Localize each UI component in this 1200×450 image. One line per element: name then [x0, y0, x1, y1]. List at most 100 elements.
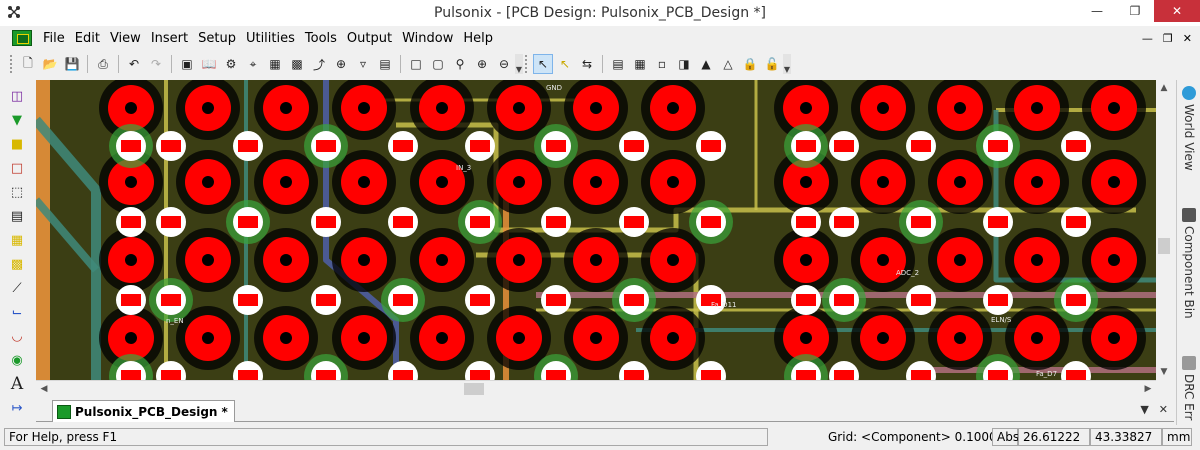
- add-arc-icon[interactable]: ◡: [7, 326, 27, 346]
- add-copper-icon[interactable]: ▦: [7, 230, 27, 250]
- doc-restore-button[interactable]: ❐: [1163, 32, 1173, 45]
- minimize-button[interactable]: —: [1078, 0, 1116, 22]
- filter-icon[interactable]: ▿: [353, 54, 373, 74]
- scroll-down-arrow[interactable]: ▼: [1156, 364, 1172, 380]
- hatch-icon[interactable]: ▩: [287, 54, 307, 74]
- select-icon[interactable]: ↖: [533, 54, 553, 74]
- swap-icon[interactable]: ⇆: [577, 54, 597, 74]
- smd-pad: [316, 370, 336, 380]
- route-icon[interactable]: ⤴: [309, 54, 329, 74]
- add-line-icon[interactable]: ⟋: [7, 278, 27, 298]
- pcb-design-canvas[interactable]: GND ADC_2 ELN/S Fa_D11 Fa_D7 n_EN IN_3: [36, 80, 1156, 380]
- pulsonix-app-icon[interactable]: [6, 4, 22, 20]
- spreadsheet-icon[interactable]: ▦: [630, 54, 650, 74]
- maximize-button[interactable]: ❐: [1116, 0, 1154, 22]
- menu-insert[interactable]: Insert: [146, 31, 193, 46]
- properties-icon[interactable]: ▤: [608, 54, 628, 74]
- print-icon[interactable]: ⎙: [93, 54, 113, 74]
- globe-icon: [1182, 86, 1196, 100]
- drill-hole: [1031, 254, 1043, 266]
- doc-minimize-button[interactable]: —: [1142, 32, 1153, 45]
- component-icon[interactable]: ▣: [177, 54, 197, 74]
- toolbar-overflow-arrow-2[interactable]: ▼: [783, 54, 791, 74]
- coordinate-mode[interactable]: Abs: [992, 428, 1019, 446]
- fix-icon[interactable]: ▲: [696, 54, 716, 74]
- library-icon[interactable]: 📖: [199, 54, 219, 74]
- drill-hole: [667, 254, 679, 266]
- zoom-window-icon[interactable]: □: [406, 54, 426, 74]
- drc-errors-tab[interactable]: DRC Err: [1177, 352, 1200, 420]
- component-bin-tab[interactable]: Component Bin: [1177, 204, 1200, 319]
- vertical-scroll-thumb[interactable]: [1158, 238, 1170, 254]
- add-track-icon[interactable]: ⌙: [7, 302, 27, 322]
- drill-hole: [436, 102, 448, 114]
- scroll-right-arrow[interactable]: ▶: [1140, 381, 1156, 397]
- redo-icon[interactable]: ↷: [146, 54, 166, 74]
- open-icon[interactable]: 📂: [40, 54, 60, 74]
- lock-icon[interactable]: 🔒: [740, 54, 760, 74]
- add-component-icon[interactable]: ▼: [7, 110, 27, 130]
- menu-edit[interactable]: Edit: [70, 31, 105, 46]
- menu-utilities[interactable]: Utilities: [241, 31, 300, 46]
- unfix-icon[interactable]: △: [718, 54, 738, 74]
- world-view-tab[interactable]: World View: [1177, 82, 1200, 171]
- undo-icon[interactable]: ↶: [124, 54, 144, 74]
- smd-pad: [470, 294, 490, 306]
- select-net-icon[interactable]: ▦: [265, 54, 285, 74]
- toolbar-grip[interactable]: [10, 55, 15, 73]
- select-component-icon[interactable]: ◫: [7, 86, 27, 106]
- menu-help[interactable]: Help: [458, 31, 498, 46]
- unlock-icon[interactable]: 🔓: [762, 54, 782, 74]
- menu-tools[interactable]: Tools: [300, 31, 342, 46]
- close-button[interactable]: ✕: [1154, 0, 1200, 22]
- grid-status[interactable]: Grid: <Component> 0.10000: [824, 428, 1004, 446]
- scroll-up-arrow[interactable]: ▲: [1156, 80, 1172, 96]
- tab-pulsonix-pcb-design[interactable]: Pulsonix_PCB_Design *: [52, 400, 235, 422]
- menu-window[interactable]: Window: [397, 31, 458, 46]
- drill-hole: [954, 176, 966, 188]
- tab-list-dropdown-icon[interactable]: ▼: [1140, 403, 1148, 416]
- new-icon[interactable]: 🗋: [18, 54, 38, 74]
- smd-pad: [121, 294, 141, 306]
- menu-output[interactable]: Output: [342, 31, 397, 46]
- menu-file[interactable]: File: [38, 31, 70, 46]
- horizontal-scrollbar[interactable]: ◀ ▶: [36, 380, 1156, 396]
- add-text-icon[interactable]: A: [7, 374, 27, 394]
- layers-icon[interactable]: ◨: [674, 54, 694, 74]
- vertical-scrollbar[interactable]: ▲ ▼: [1156, 80, 1172, 380]
- net-label: IN_3: [456, 164, 471, 172]
- horizontal-scroll-thumb[interactable]: [464, 383, 484, 395]
- toolbar-overflow-arrow[interactable]: ▼: [515, 54, 523, 74]
- find-icon[interactable]: ⌖: [243, 54, 263, 74]
- zoom-in-icon[interactable]: ⊕: [472, 54, 492, 74]
- drill-hole: [1108, 254, 1120, 266]
- gear-icon[interactable]: ⚙: [221, 54, 241, 74]
- smd-pad: [796, 294, 816, 306]
- add-area-icon[interactable]: □: [7, 158, 27, 178]
- crosshair-icon[interactable]: ⊕: [331, 54, 351, 74]
- add-cutout-icon[interactable]: ⬚: [7, 182, 27, 202]
- add-template-icon[interactable]: ▤: [7, 206, 27, 226]
- pcb-artwork[interactable]: GND ADC_2 ELN/S Fa_D11 Fa_D7 n_EN IN_3: [36, 80, 1156, 380]
- menu-view[interactable]: View: [105, 31, 146, 46]
- add-shape-icon[interactable]: ■: [7, 134, 27, 154]
- docs-icon[interactable]: ▫: [652, 54, 672, 74]
- add-via-icon[interactable]: ◉: [7, 350, 27, 370]
- units-status[interactable]: mm: [1162, 428, 1192, 446]
- zoom-previous-icon[interactable]: ▢: [428, 54, 448, 74]
- add-dimension-icon[interactable]: ↦: [7, 398, 27, 418]
- scroll-left-arrow[interactable]: ◀: [36, 381, 52, 397]
- drill-hole: [590, 332, 602, 344]
- document-system-icon[interactable]: [12, 30, 32, 46]
- smd-pad: [238, 140, 258, 152]
- zoom-area-icon[interactable]: ⚲: [450, 54, 470, 74]
- menu-setup[interactable]: Setup: [193, 31, 241, 46]
- save-icon[interactable]: 💾: [62, 54, 82, 74]
- doc-close-button[interactable]: ✕: [1183, 32, 1192, 45]
- tab-close-icon[interactable]: ✕: [1159, 403, 1168, 416]
- zoom-out-icon[interactable]: ⊖: [494, 54, 514, 74]
- report-icon[interactable]: ▤: [375, 54, 395, 74]
- smd-pad: [393, 370, 413, 380]
- select-mode-icon[interactable]: ↖: [555, 54, 575, 74]
- add-pour-icon[interactable]: ▩: [7, 254, 27, 274]
